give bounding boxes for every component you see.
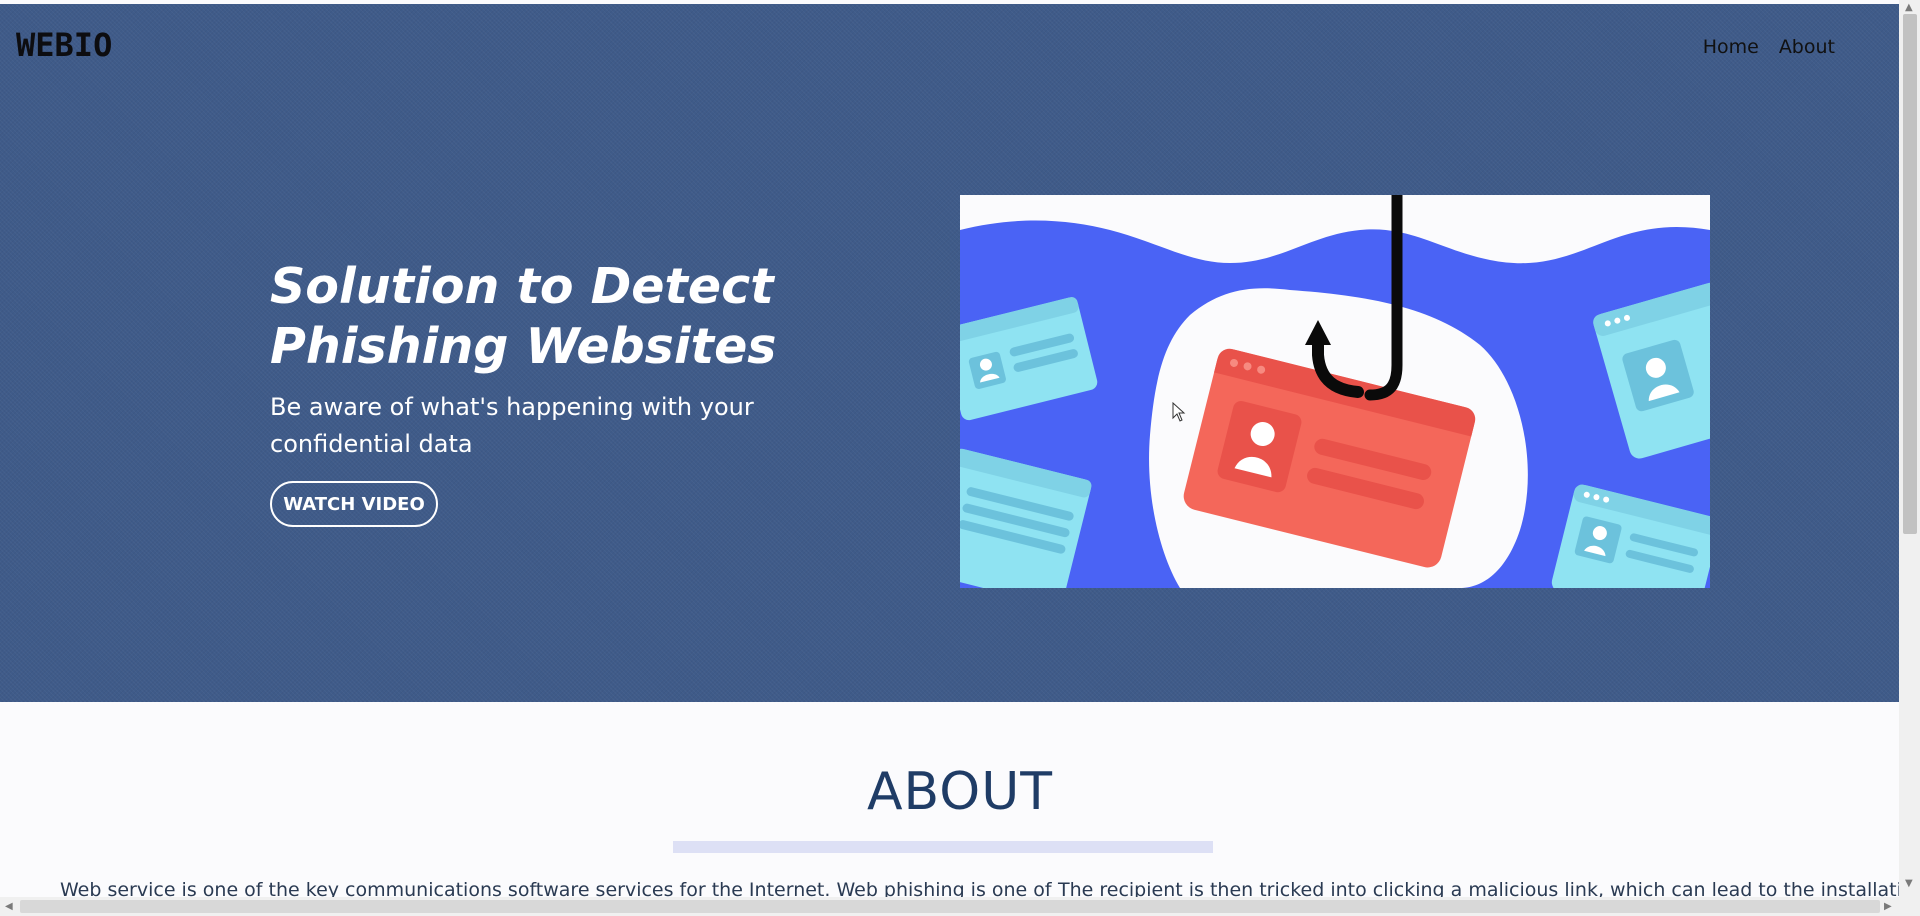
about-heading: ABOUT [866, 762, 1054, 822]
arrow-left-icon[interactable]: ◀ [5, 901, 13, 912]
page-viewport: WEBIO Home About Solution to Detect Phis… [0, 0, 1899, 897]
about-text-right: The recipient is then tricked into click… [1058, 879, 1899, 897]
nav-home-link[interactable]: Home [1703, 36, 1759, 58]
mouse-cursor-icon [1172, 402, 1186, 422]
arrow-down-icon[interactable]: ▼ [1905, 878, 1913, 889]
nav-about-link[interactable]: About [1779, 36, 1835, 58]
hero-subtitle: Be aware of what's happening with your c… [270, 393, 754, 458]
horizontal-scroll-thumb[interactable] [20, 900, 1880, 913]
vertical-scroll-thumb[interactable] [1903, 14, 1917, 534]
about-text-left: Web service is one of the key communicat… [60, 879, 1052, 897]
about-divider [673, 841, 1213, 853]
hero-title: Solution to Detect Phishing Websites [270, 258, 777, 375]
watch-video-button[interactable]: WATCH VIDEO [270, 481, 438, 527]
arrow-up-icon[interactable]: ▲ [1905, 2, 1913, 13]
brand-logo[interactable]: WEBIO [16, 26, 112, 64]
main-nav: Home About [1703, 36, 1835, 58]
arrow-right-icon[interactable]: ▶ [1884, 901, 1892, 912]
phishing-hook-id-card-illustration [960, 195, 1710, 588]
